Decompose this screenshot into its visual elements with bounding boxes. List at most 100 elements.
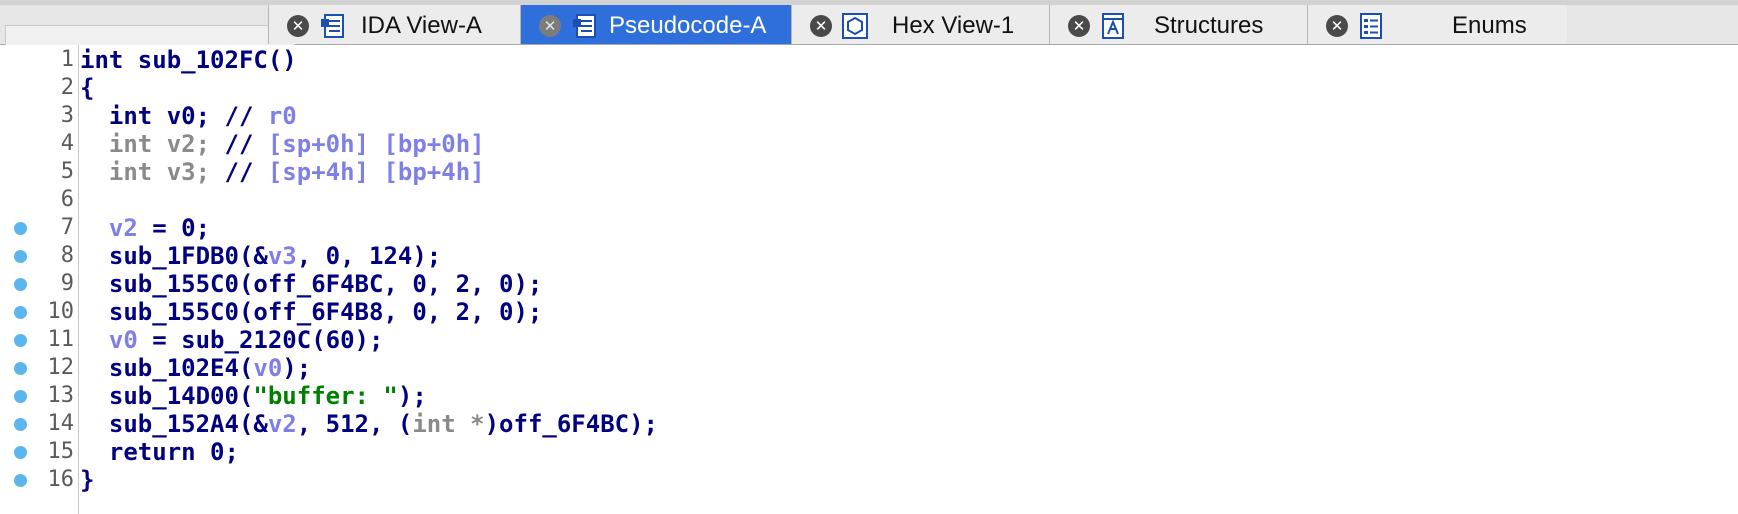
code-line[interactable]: 14 sub_152A4(&v2, 512, (int *)off_6F4BC)… [0, 410, 1738, 438]
code-token: v2 [267, 410, 297, 438]
code-token: sub_155C0(off_6F4BC, 0, 2, 0); [80, 270, 543, 298]
line-number: 2 [60, 75, 74, 100]
pseudocode-icon [573, 14, 596, 38]
breakpoint-dot-icon[interactable] [14, 250, 27, 263]
breakpoint-dot-icon[interactable] [14, 418, 27, 431]
code-line[interactable]: 10 sub_155C0(off_6F4B8, 0, 2, 0); [0, 298, 1738, 326]
code-token: , 512, ( [296, 410, 413, 438]
tab-label: IDA View-A [361, 12, 482, 39]
close-icon[interactable]: ✕ [1326, 15, 1348, 37]
structures-icon [1102, 13, 1124, 39]
code-token: v0 [253, 354, 283, 382]
code-line[interactable]: 1 int sub_102FC() [0, 46, 1738, 74]
code-text: v0 = sub_2120C(60); [80, 326, 384, 354]
code-line[interactable]: 6 [0, 186, 1738, 214]
breakpoint-dot-icon[interactable] [14, 306, 27, 319]
tab-hex-view-1[interactable]: ✕ Hex View-1 [791, 5, 1049, 44]
tab-label: Structures [1154, 12, 1264, 39]
code-token: sub_102E4( [80, 354, 254, 382]
breakpoint-dot-icon[interactable] [14, 474, 27, 487]
ida-view-icon [321, 14, 344, 38]
line-number: 13 [47, 383, 75, 408]
line-number: 16 [47, 467, 75, 492]
code-token: int v2; [80, 130, 225, 158]
code-token: } [80, 466, 95, 494]
line-number: 10 [47, 299, 75, 324]
line-number: 1 [60, 47, 74, 72]
code-text: sub_14D00("buffer: "); [80, 382, 427, 410]
code-token: [sp+4h] [bp+4h] [267, 158, 485, 186]
code-token: { [80, 74, 95, 102]
tab-enums[interactable]: ✕ Enums [1307, 5, 1567, 44]
code-text: int v0; // r0 [80, 102, 297, 130]
code-text: int v3; // [sp+4h] [bp+4h] [80, 158, 485, 186]
code-token: v3 [267, 242, 297, 270]
breakpoint-dot-icon[interactable] [14, 362, 27, 375]
breakpoint-dot-icon[interactable] [14, 334, 27, 347]
breakpoint-dot-icon[interactable] [14, 222, 27, 235]
code-token: ); [282, 354, 312, 382]
code-token: ); [397, 382, 427, 410]
code-line[interactable]: 8 sub_1FDB0(&v3, 0, 124); [0, 242, 1738, 270]
code-text: { [80, 74, 94, 102]
line-number: 14 [47, 411, 75, 436]
tab-label: Hex View-1 [892, 12, 1015, 39]
code-line[interactable]: 11 v0 = sub_2120C(60); [0, 326, 1738, 354]
tab-label: Pseudocode-A [609, 12, 767, 39]
code-token: [sp+0h] [bp+0h] [267, 130, 485, 158]
code-token: int sub_102FC() [80, 46, 297, 74]
code-token: = 0; [137, 214, 211, 242]
code-line[interactable]: 15 return 0; [0, 438, 1738, 466]
tab-label: Enums [1452, 12, 1527, 39]
code-token: "buffer: " [253, 382, 398, 410]
code-line[interactable]: 12 sub_102E4(v0); [0, 354, 1738, 382]
tab-pseudocode-a[interactable]: ✕ Pseudocode-A [520, 5, 791, 44]
breakpoint-dot-icon[interactable] [14, 446, 27, 459]
close-icon[interactable]: ✕ [287, 15, 309, 37]
line-number: 15 [47, 439, 75, 464]
line-number: 12 [47, 355, 75, 380]
line-number: 9 [60, 271, 74, 296]
close-icon[interactable]: ✕ [539, 15, 561, 37]
code-token: sub_14D00( [80, 382, 254, 410]
code-token: sub_155C0(off_6F4B8, 0, 2, 0); [80, 298, 543, 326]
code-line[interactable]: 16} [0, 466, 1738, 494]
line-number: 3 [60, 103, 74, 128]
tab-ida-view-a[interactable]: ✕ IDA View-A [268, 5, 520, 44]
enums-icon [1360, 13, 1382, 39]
code-token: = sub_2120C(60); [137, 326, 384, 354]
code-line[interactable]: 2{ [0, 74, 1738, 102]
code-token: r0 [267, 102, 297, 130]
code-text: int sub_102FC() [80, 46, 297, 74]
code-text: sub_155C0(off_6F4BC, 0, 2, 0); [80, 270, 542, 298]
code-line[interactable]: 13 sub_14D00("buffer: "); [0, 382, 1738, 410]
code-line[interactable]: 3 int v0; // r0 [0, 102, 1738, 130]
code-text: int v2; // [sp+0h] [bp+0h] [80, 130, 485, 158]
code-token: int * [412, 410, 485, 438]
close-icon[interactable]: ✕ [1068, 15, 1090, 37]
line-number: 4 [60, 131, 74, 156]
code-text: return 0; [80, 438, 239, 466]
breakpoint-dot-icon[interactable] [14, 390, 27, 403]
breakpoint-dot-icon[interactable] [14, 278, 27, 291]
line-number: 8 [60, 243, 74, 268]
code-line[interactable]: 7 v2 = 0; [0, 214, 1738, 242]
tab-structures[interactable]: ✕ Structures [1049, 5, 1307, 44]
code-token: v2 [108, 214, 138, 242]
code-token: sub_1FDB0(& [80, 242, 268, 270]
empty-panel-area [5, 25, 295, 45]
close-icon[interactable]: ✕ [810, 15, 832, 37]
code-line[interactable]: 9 sub_155C0(off_6F4BC, 0, 2, 0); [0, 270, 1738, 298]
line-number: 6 [60, 187, 74, 212]
code-token: int v0; // [80, 102, 268, 130]
code-text: sub_102E4(v0); [80, 354, 311, 382]
line-number: 11 [47, 327, 75, 352]
code-line[interactable]: 5 int v3; // [sp+4h] [bp+4h] [0, 158, 1738, 186]
code-token: sub_152A4(& [80, 410, 268, 438]
line-number: 7 [60, 215, 74, 240]
code-text: v2 = 0; [80, 214, 210, 242]
code-line[interactable]: 4 int v2; // [sp+0h] [bp+0h] [0, 130, 1738, 158]
code-token: // [224, 158, 268, 186]
